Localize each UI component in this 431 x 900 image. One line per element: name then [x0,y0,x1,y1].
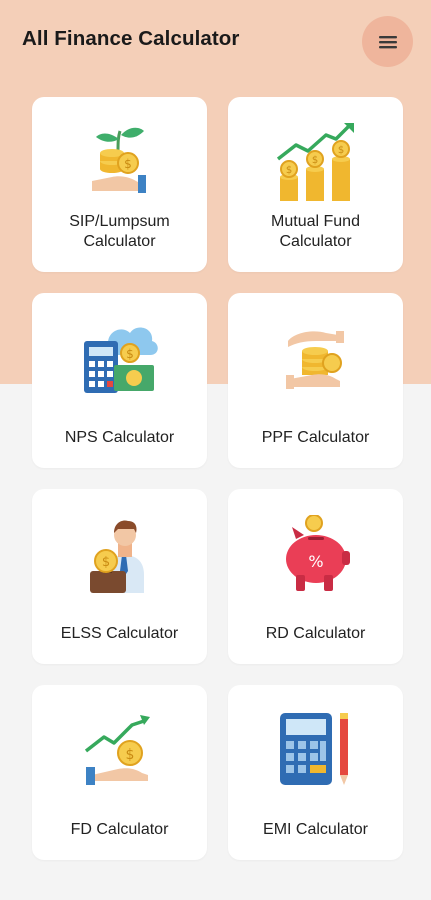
card-label: FD Calculator [70,821,169,838]
card-label: NPS Calculator [64,429,175,446]
svg-text:$: $ [311,155,317,166]
card-rd[interactable]: % RD Calculator [228,489,403,664]
card-label: SIP/Lumpsum Calculator [69,213,170,250]
calculator-pencil-icon [274,711,358,791]
svg-text:$: $ [101,555,109,570]
plant-coins-hand-icon: $ [78,123,162,203]
card-fd[interactable]: $ FD Calculator [32,685,207,860]
menu-button[interactable] [362,16,413,67]
card-label: ELSS Calculator [60,625,179,642]
svg-text:$: $ [337,145,343,156]
card-nps[interactable]: $ NPS Calculator [32,293,207,468]
svg-text:$: $ [285,165,291,176]
svg-text:%: % [308,552,323,571]
card-label: PPF Calculator [261,429,370,446]
svg-text:$: $ [124,157,132,171]
card-ppf[interactable]: PPF Calculator [228,293,403,468]
card-mutual-fund[interactable]: $ $ $ Mutual Fund Calculator [228,97,403,272]
piggy-bank-icon: % [274,515,358,595]
card-label: Mutual Fund Calculator [271,213,360,250]
hands-coins-icon [274,319,358,399]
card-emi[interactable]: EMI Calculator [228,685,403,860]
card-sip-lumpsum[interactable]: $ SIP/Lumpsum Calculator [32,97,207,272]
card-label: RD Calculator [265,625,366,642]
hamburger-menu-icon [378,35,397,48]
svg-text:$: $ [125,747,134,763]
calculator-grid: $ SIP/Lumpsum Calculator $ $ $ Mutual Fu… [32,97,403,860]
rising-coins-chart-icon: $ $ $ [274,123,358,203]
card-elss[interactable]: $ ELSS Calculator [32,489,207,664]
hand-coin-growth-icon: $ [78,711,162,791]
calculator-cloud-cash-icon: $ [78,319,162,399]
app-title: All Finance Calculator [22,27,240,50]
businessman-coins-icon: $ [78,515,162,595]
card-label: EMI Calculator [263,821,368,838]
svg-text:$: $ [126,347,134,361]
